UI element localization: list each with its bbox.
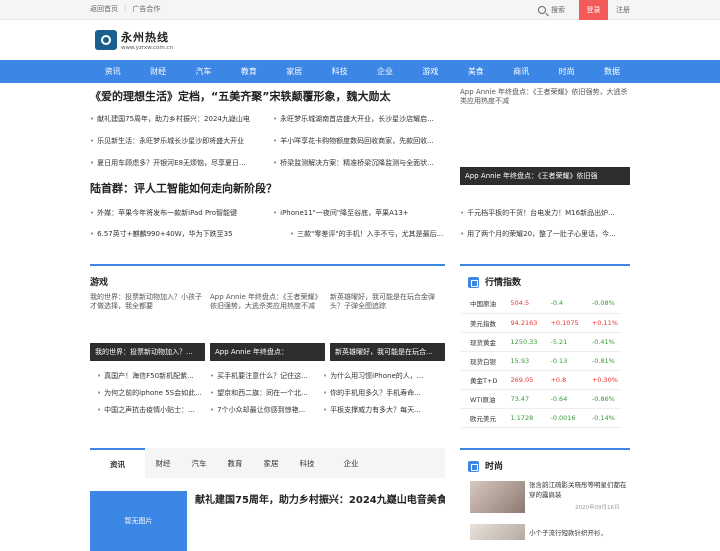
market-table: 中国原油 504.5 -0.4 -0.08% 美元指数 94.2163 +0.1… xyxy=(460,294,621,428)
featured-caption[interactable]: App Annie 年终盘点：《王者荣耀》依旧强 xyxy=(460,167,630,185)
news-item[interactable]: 羊小咩享花卡购物额度数码回收商家，先款回收... xyxy=(273,136,445,146)
search-link[interactable]: 搜索 xyxy=(551,5,565,15)
news-item[interactable]: 桥梁监测解决方案：精准桥梁沉降监测与全面状... xyxy=(273,158,445,168)
main-nav: 资讯 财经 汽车 教育 家居 科技 企业 游戏 美食 商讯 时尚 数据 xyxy=(0,60,720,83)
game-item[interactable]: 望京和西二旗：同在一个北... xyxy=(210,388,325,398)
nav-item[interactable]: 时尚 xyxy=(544,66,589,77)
category-tabs: 资讯 财经 汽车 教育 家居 科技 企业 xyxy=(90,448,445,478)
home-link[interactable]: 返回首页 xyxy=(90,4,118,14)
site-logo[interactable]: 永州热线 www.yzrxw.com.cn xyxy=(95,29,173,51)
nav-item[interactable]: 科技 xyxy=(317,66,362,77)
nav-item[interactable]: 美食 xyxy=(453,66,498,77)
ad-link[interactable]: 广告合作 xyxy=(132,4,160,14)
register-link[interactable]: 注册 xyxy=(616,5,630,15)
top-links: 返回首页 | 广告合作 xyxy=(90,4,160,14)
tab-auto[interactable]: 汽车 xyxy=(181,458,217,469)
nav-item[interactable]: 数据 xyxy=(589,66,634,77)
fashion-title[interactable]: 小个子流行短款针织开衫， xyxy=(529,527,629,537)
tab-education[interactable]: 教育 xyxy=(217,458,253,469)
no-image-placeholder[interactable]: 暂无图片 xyxy=(90,491,187,551)
nav-item[interactable]: 汽车 xyxy=(181,66,226,77)
game-card-image[interactable]: 新英雄曜好，我可能是在玩合金弹头？子弹全图追踪 xyxy=(330,293,445,343)
login-button[interactable]: 登录 xyxy=(579,0,608,20)
game-item[interactable]: 真国产！海信F50新机配紫... xyxy=(97,371,212,381)
table-row[interactable]: 现货白银 15.93 -0.13 -0.81% xyxy=(460,351,621,371)
news-item[interactable]: iPhone11"一夜间"降至谷底，苹果A13+ xyxy=(273,208,433,218)
tab-news[interactable]: 资讯 xyxy=(90,448,145,478)
game-item[interactable]: 为何之前的iphone 5S会如此... xyxy=(97,388,212,398)
table-row[interactable]: WTI原油 73.47 -0.64 -0.86% xyxy=(460,389,621,409)
divider: | xyxy=(124,4,127,12)
fashion-date: 2020年09月16日 xyxy=(575,505,620,511)
nav-item[interactable]: 教育 xyxy=(226,66,271,77)
game-item[interactable]: 7个小众却最让你感到惊艳... xyxy=(210,405,325,415)
top-actions: 搜索 登录 注册 xyxy=(538,0,630,20)
nav-item[interactable]: 企业 xyxy=(362,66,407,77)
feature-title[interactable]: 献礼建国75周年，助力乡村振兴：2024九嶷山电音美食... xyxy=(195,491,445,506)
news-item[interactable]: 献礼建国75周年，助力乡村振兴：2024九嶷山电 xyxy=(90,114,265,124)
logo-icon xyxy=(95,30,117,50)
tab-business[interactable]: 企业 xyxy=(333,458,369,469)
search-icon[interactable] xyxy=(538,6,546,14)
game-card-caption[interactable]: 新英雄曜好，我可能是在玩合... xyxy=(330,343,445,361)
headline-2[interactable]: 陆首群：评人工智能如何走向新阶段？ xyxy=(90,180,277,196)
section-divider xyxy=(460,264,630,266)
news-item[interactable]: 千元档平板的干货！台电发力！M16新品出炉... xyxy=(460,208,630,218)
chart-icon xyxy=(468,277,479,288)
nav-item[interactable]: 家居 xyxy=(272,66,317,77)
game-card-caption[interactable]: 我的世界：投票新动物加入？... xyxy=(90,343,205,361)
header: 永州热线 www.yzrxw.com.cn xyxy=(0,20,720,60)
news-item[interactable]: 乐见新生活：永旺梦乐城长沙星沙即将盛大开业 xyxy=(90,136,265,146)
section-title-fashion: 时尚 xyxy=(468,459,503,472)
nav-item[interactable]: 财经 xyxy=(135,66,180,77)
news-item[interactable]: 6.57英寸+麒麟990+40W，华为下跌至35 xyxy=(90,229,260,239)
news-item[interactable]: 永旺梦乐城湖南首店盛大开业，长沙星沙店耀启... xyxy=(273,114,445,124)
fashion-thumbnail[interactable] xyxy=(470,481,525,513)
fashion-title[interactable]: 张含韵江疏影关晓彤等明星们都在穿的露肩装 xyxy=(529,481,629,501)
nav-item[interactable]: 商讯 xyxy=(499,66,544,77)
tab-home[interactable]: 家居 xyxy=(253,458,289,469)
game-card-image[interactable]: App Annie 年终盘点：《王者荣耀》依旧强势，大逃杀类应用热度不减 xyxy=(210,293,325,343)
table-row[interactable]: 现货黄金 1250.33 -5.21 -0.41% xyxy=(460,332,621,352)
featured-image[interactable]: App Annie 年终盘点：《王者荣耀》依旧强势，大逃杀类应用热度不减 xyxy=(460,88,630,168)
game-item[interactable]: 平板支撑威力有多大？每天... xyxy=(323,405,445,415)
tab-tech[interactable]: 科技 xyxy=(289,458,325,469)
game-item[interactable]: 你的手机用多久？手机寿命... xyxy=(323,388,445,398)
fashion-thumbnail[interactable] xyxy=(470,524,525,540)
document-icon xyxy=(468,461,479,472)
section-title-market: 行情指数 xyxy=(468,275,521,288)
game-item[interactable]: 为什么用习惯iPhone的人，... xyxy=(323,371,445,381)
game-item[interactable]: 中国之声抗击疫情小贴士：... xyxy=(97,405,212,415)
news-item[interactable]: 夏日用车顾虑多？开银河E8无烦恼，尽享夏日... xyxy=(90,158,265,168)
section-divider xyxy=(90,264,445,266)
section-title-game: 游戏 xyxy=(90,278,109,288)
nav-item[interactable]: 资讯 xyxy=(90,66,135,77)
tab-finance[interactable]: 财经 xyxy=(145,458,181,469)
game-card-caption[interactable]: App Annie 年终盘点： xyxy=(210,343,325,361)
news-item[interactable]: 三款"零差评"的手机！入手不亏，尤其是最后... xyxy=(290,229,445,239)
table-row[interactable]: 美元指数 94.2163 +0.1075 +0.11% xyxy=(460,313,621,333)
news-item[interactable]: 外媒：苹果今年将发布一款新iPad Pro智能键 xyxy=(90,208,260,218)
top-bar: 返回首页 | 广告合作 搜索 登录 注册 xyxy=(0,0,720,20)
section-divider xyxy=(460,448,630,450)
logo-name: 永州热线 xyxy=(121,31,169,44)
table-row[interactable]: 欧元美元 1.1728 -0.0016 -0.14% xyxy=(460,408,621,428)
table-row[interactable]: 黄金T+D 269.05 +0.8 +0.30% xyxy=(460,370,621,390)
logo-url: www.yzrxw.com.cn xyxy=(121,45,173,51)
game-card-image[interactable]: 我的世界：投票新动物加入？小孩子才做选择，我全都要 xyxy=(90,293,205,343)
headline-1[interactable]: 《爱的理想生活》定档，“五美齐聚”宋轶颠覆形象，魏大勋太 xyxy=(90,88,390,104)
news-item[interactable]: 用了两个月的荣耀20，整了一肚子心里话，今... xyxy=(460,229,630,239)
nav-item[interactable]: 游戏 xyxy=(408,66,453,77)
table-row[interactable]: 中国原油 504.5 -0.4 -0.08% xyxy=(460,294,621,314)
game-item[interactable]: 买手机要注意什么？记住这... xyxy=(210,371,325,381)
